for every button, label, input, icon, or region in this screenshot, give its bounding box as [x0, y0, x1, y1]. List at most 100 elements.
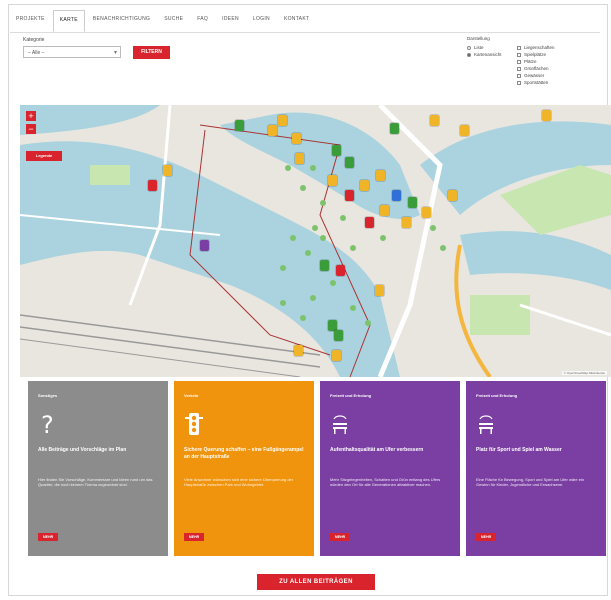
map-marker-icon[interactable]	[235, 120, 244, 131]
map-marker-icon[interactable]	[390, 123, 399, 134]
tree-dot	[280, 300, 286, 306]
map-marker-icon[interactable]	[148, 180, 157, 191]
tab-kontakt[interactable]: KONTAKT	[278, 10, 315, 32]
tree-dot	[310, 295, 316, 301]
filter-button[interactable]: FILTERN	[133, 46, 170, 59]
tab-ideen[interactable]: IDEEN	[216, 10, 245, 32]
map-marker-icon[interactable]	[163, 165, 172, 176]
map-legend-tag[interactable]: Legende	[26, 151, 62, 161]
tree-dot	[290, 235, 296, 241]
layer-item[interactable]: Gewässer	[517, 72, 555, 79]
tab-bar: PROJEKTE KARTE BENACHRICHTIGUNG SUCHE FA…	[10, 10, 600, 33]
tree-dot	[312, 225, 318, 231]
tree-dot	[285, 165, 291, 171]
card-category: Freizeit und Erholung	[330, 393, 372, 398]
tab-benachrichtigung[interactable]: BENACHRICHTIGUNG	[87, 10, 156, 32]
layer-item[interactable]: Liegenschaften	[517, 44, 555, 51]
map-marker-icon[interactable]	[375, 285, 384, 296]
layer-item[interactable]: Grünflächen	[517, 65, 555, 72]
card[interactable]: Verkehr Sichere Querung schaffen – eine …	[174, 381, 314, 556]
card[interactable]: Freizeit und Erholung Aufenthaltsqualitä…	[320, 381, 460, 556]
tab-faq[interactable]: FAQ	[191, 10, 214, 32]
map-marker-icon[interactable]	[360, 180, 369, 191]
layer-item[interactable]: Sportstätten	[517, 79, 555, 86]
layer-item[interactable]: Plätze	[517, 58, 555, 65]
tree-dot	[340, 215, 346, 221]
category-select[interactable]: – Alle – ▾	[23, 46, 121, 58]
tree-dot	[350, 245, 356, 251]
more-button[interactable]: MEHR	[38, 533, 58, 541]
map-marker-icon[interactable]	[294, 345, 303, 356]
tree-dot	[330, 280, 336, 286]
tree-dot	[365, 320, 371, 326]
tab-projekte[interactable]: PROJEKTE	[10, 10, 51, 32]
radio-list[interactable]	[467, 45, 471, 50]
category-select-value: – Alle –	[28, 50, 45, 56]
map-marker-icon[interactable]	[408, 197, 417, 208]
map-marker-icon[interactable]	[278, 115, 287, 126]
map-marker-icon[interactable]	[268, 125, 277, 136]
card[interactable]: Freizeit und Erholung Platz für Sport un…	[466, 381, 606, 556]
tree-dot	[350, 305, 356, 311]
radio-map[interactable]	[467, 52, 471, 57]
checkbox[interactable]	[517, 59, 521, 64]
layer-item[interactable]: Spielplätze	[517, 51, 555, 58]
map-marker-icon[interactable]	[332, 350, 341, 361]
layer-label: Sportstätten	[524, 80, 549, 85]
checkbox[interactable]	[517, 66, 521, 71]
card-title: Platz für Sport und Spiel am Wasser	[476, 447, 562, 453]
tree-dot	[300, 315, 306, 321]
display-option-list[interactable]: Liste	[467, 44, 507, 51]
zoom-in-button[interactable]: +	[26, 111, 36, 121]
card-body: Viele Anwohner wünschen sich eine sicher…	[184, 477, 294, 488]
map-marker-icon[interactable]	[376, 170, 385, 181]
display-option-map[interactable]: Kartenansicht	[467, 51, 507, 58]
map-marker-icon[interactable]	[334, 330, 343, 341]
checkbox[interactable]	[517, 80, 521, 85]
map-marker-icon[interactable]	[336, 265, 345, 276]
layer-label: Spielplätze	[524, 52, 547, 57]
map-marker-icon[interactable]	[392, 190, 401, 201]
card[interactable]: Sonstiges ? Alle Beiträge und Vorschläge…	[28, 381, 168, 556]
map-marker-icon[interactable]	[345, 157, 354, 168]
bench-icon	[333, 415, 347, 434]
map-marker-icon[interactable]	[380, 205, 389, 216]
checkbox[interactable]	[517, 52, 521, 57]
more-button[interactable]: MEHR	[330, 533, 350, 541]
checkbox[interactable]	[517, 45, 521, 50]
map-marker-icon[interactable]	[542, 110, 551, 121]
map-marker-icon[interactable]	[448, 190, 457, 201]
all-posts-button[interactable]: ZU ALLEN BEITRÄGEN	[257, 574, 375, 590]
tree-dot	[430, 225, 436, 231]
checkbox[interactable]	[517, 73, 521, 78]
card-category: Sonstiges	[38, 393, 58, 398]
more-button[interactable]: MEHR	[476, 533, 496, 541]
map-marker-icon[interactable]	[328, 175, 337, 186]
map-marker-icon[interactable]	[200, 240, 209, 251]
zoom-out-button[interactable]: −	[26, 124, 36, 134]
tree-dot	[320, 200, 326, 206]
map-marker-icon[interactable]	[345, 190, 354, 201]
map[interactable]: + − Legende © OpenStreetMap-Mitwirkende	[20, 105, 611, 377]
bench-icon	[479, 415, 493, 434]
map-marker-icon[interactable]	[320, 260, 329, 271]
map-marker-icon[interactable]	[332, 145, 341, 156]
map-marker-icon[interactable]	[365, 217, 374, 228]
layer-label: Plätze	[524, 59, 537, 64]
map-marker-icon[interactable]	[422, 207, 431, 218]
map-marker-icon[interactable]	[430, 115, 439, 126]
map-marker-icon[interactable]	[292, 133, 301, 144]
map-marker-icon[interactable]	[295, 153, 304, 164]
svg-text:?: ?	[41, 411, 54, 437]
tree-dot	[280, 265, 286, 271]
map-marker-icon[interactable]	[460, 125, 469, 136]
tab-login[interactable]: LOGIN	[247, 10, 276, 32]
chevron-down-icon: ▾	[113, 50, 117, 56]
more-button[interactable]: MEHR	[184, 533, 204, 541]
map-marker-icon[interactable]	[402, 217, 411, 228]
tab-karte[interactable]: KARTE	[52, 10, 85, 32]
map-canvas[interactable]	[20, 105, 611, 377]
card-title: Alle Beiträge und Vorschläge im Plan	[38, 447, 127, 453]
tab-suche[interactable]: SUCHE	[158, 10, 189, 32]
tree-dot	[310, 165, 316, 171]
